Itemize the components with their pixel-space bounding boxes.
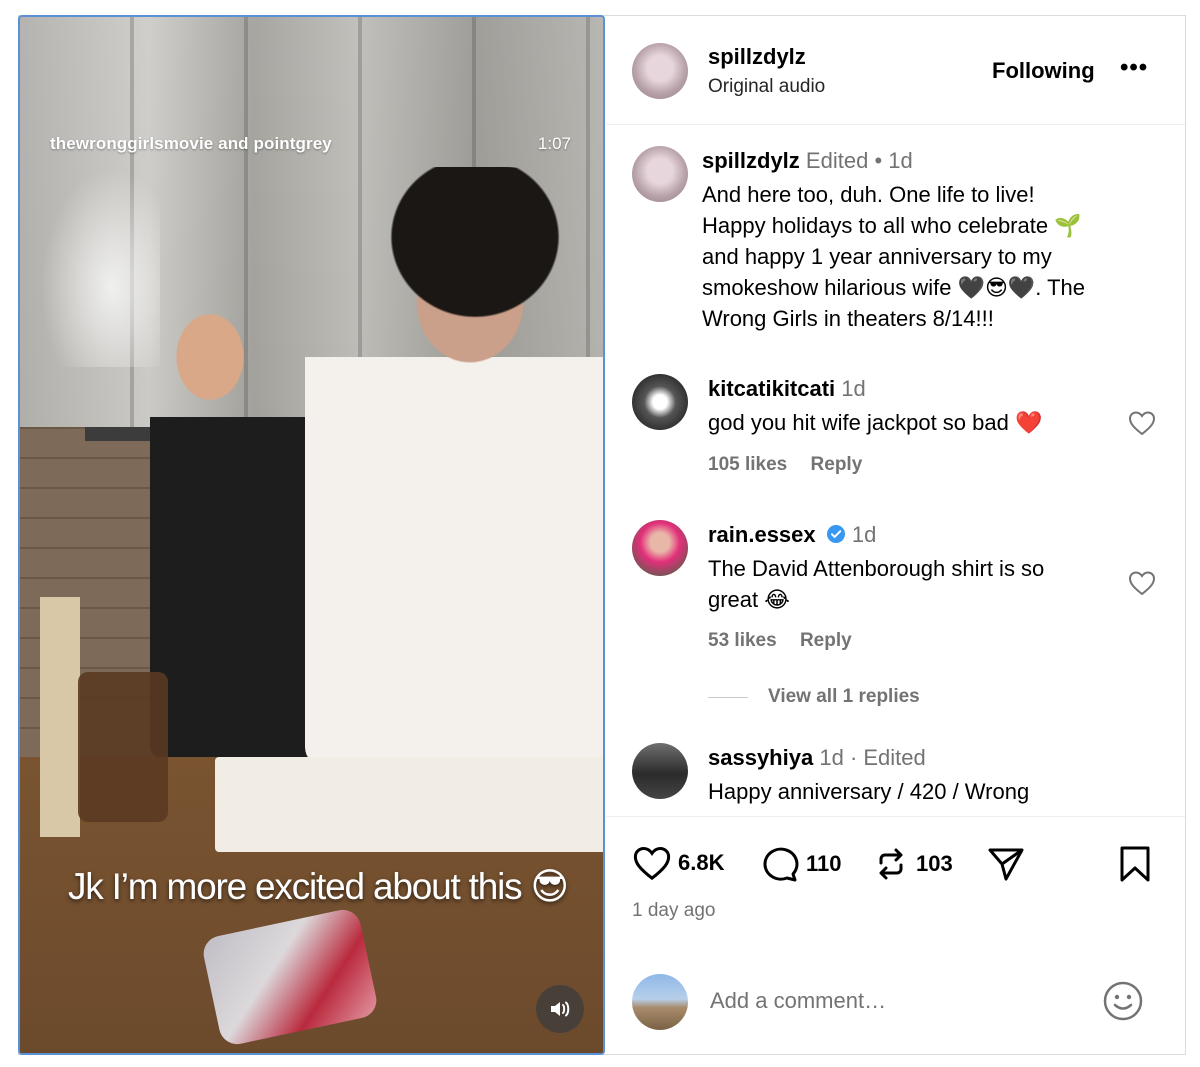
comment-bubble-icon xyxy=(763,847,799,882)
avatar[interactable] xyxy=(632,43,688,99)
share-button[interactable] xyxy=(986,845,1032,883)
video-duration: 1:07 xyxy=(537,134,571,153)
speaker-icon xyxy=(551,1001,570,1017)
comment-likes[interactable]: 53 likes xyxy=(708,630,777,651)
avatar[interactable] xyxy=(632,146,688,202)
add-comment-input[interactable]: Add a comment… xyxy=(710,988,886,1014)
add-comment-bar: Add a comment… xyxy=(606,956,1185,1055)
comment-username[interactable]: rain.essex xyxy=(708,522,816,547)
comment-username[interactable]: kitcatikitcati xyxy=(708,376,835,401)
edited-label: Edited xyxy=(805,148,869,173)
like-count: 6.8K xyxy=(678,850,725,875)
caption-username[interactable]: spillzdylz xyxy=(702,148,800,173)
verified-badge-icon xyxy=(826,525,845,543)
reply-button[interactable]: Reply xyxy=(800,630,852,651)
avatar[interactable] xyxy=(632,520,688,576)
comment-time[interactable]: 1d xyxy=(819,745,843,770)
cutting-board xyxy=(215,757,603,852)
reply-button[interactable]: Reply xyxy=(811,454,863,475)
like-button[interactable]: 6.8K xyxy=(632,845,724,881)
comment-username[interactable]: sassyhiya xyxy=(708,745,813,770)
audio-link[interactable]: Original audio xyxy=(708,76,825,98)
bookmark-icon xyxy=(1120,846,1150,882)
emoji-picker-icon[interactable] xyxy=(1102,980,1144,1022)
comment-button[interactable]: 110 xyxy=(760,845,842,883)
more-options-icon[interactable]: ••• xyxy=(1120,54,1148,82)
repost-icon xyxy=(879,848,903,880)
comment-text: Happy anniversary / 420 / Wrong xyxy=(708,779,1030,804)
like-comment-heart-icon[interactable] xyxy=(1128,570,1156,596)
person-right xyxy=(305,167,603,767)
heart-icon xyxy=(633,846,671,881)
current-user-avatar xyxy=(632,974,688,1030)
like-comment-heart-icon[interactable] xyxy=(1128,410,1156,436)
comment-likes[interactable]: 105 likes xyxy=(708,454,787,475)
post-header: spillzdylz Original audio Following ••• xyxy=(606,16,1185,125)
peanut-butter-jar xyxy=(78,672,168,822)
caption-time[interactable]: 1d xyxy=(888,148,912,173)
person-left xyxy=(150,297,320,757)
post-actions: 6.8K 110 103 1 day ago xyxy=(606,816,1185,956)
avatar[interactable] xyxy=(632,374,688,430)
send-icon xyxy=(988,848,1024,881)
comments-panel[interactable]: spillzdylz Edited • 1d And here too, duh… xyxy=(606,126,1185,816)
reel-video[interactable]: thewronggirlsmovie and pointgrey 1:07 Jk… xyxy=(18,15,605,1055)
edited-label: · Edited xyxy=(849,745,926,770)
following-button[interactable]: Following xyxy=(992,58,1095,84)
caption-text: And here too, duh. One life to live! Hap… xyxy=(702,182,1086,331)
author-username[interactable]: spillzdylz xyxy=(708,44,806,70)
post-timestamp[interactable]: 1 day ago xyxy=(632,900,715,922)
save-button[interactable] xyxy=(1118,845,1158,883)
video-caption-overlay: Jk I’m more excited about this 😎 xyxy=(68,866,569,907)
repost-count: 103 xyxy=(916,851,953,876)
comment-text: The David Attenborough shirt is so great… xyxy=(708,556,1045,612)
comment-text: god you hit wife jackpot so bad ❤️ xyxy=(708,410,1043,435)
comment-time[interactable]: 1d xyxy=(852,522,876,547)
video-channel-label: thewronggirlsmovie and pointgrey xyxy=(50,134,332,153)
comment-count: 110 xyxy=(806,851,842,876)
avatar[interactable] xyxy=(632,743,688,799)
mute-toggle-button[interactable] xyxy=(536,985,584,1033)
repost-button[interactable]: 103 xyxy=(872,845,953,883)
view-replies-button[interactable]: View all 1 replies xyxy=(708,686,920,708)
comment-time[interactable]: 1d xyxy=(841,376,865,401)
